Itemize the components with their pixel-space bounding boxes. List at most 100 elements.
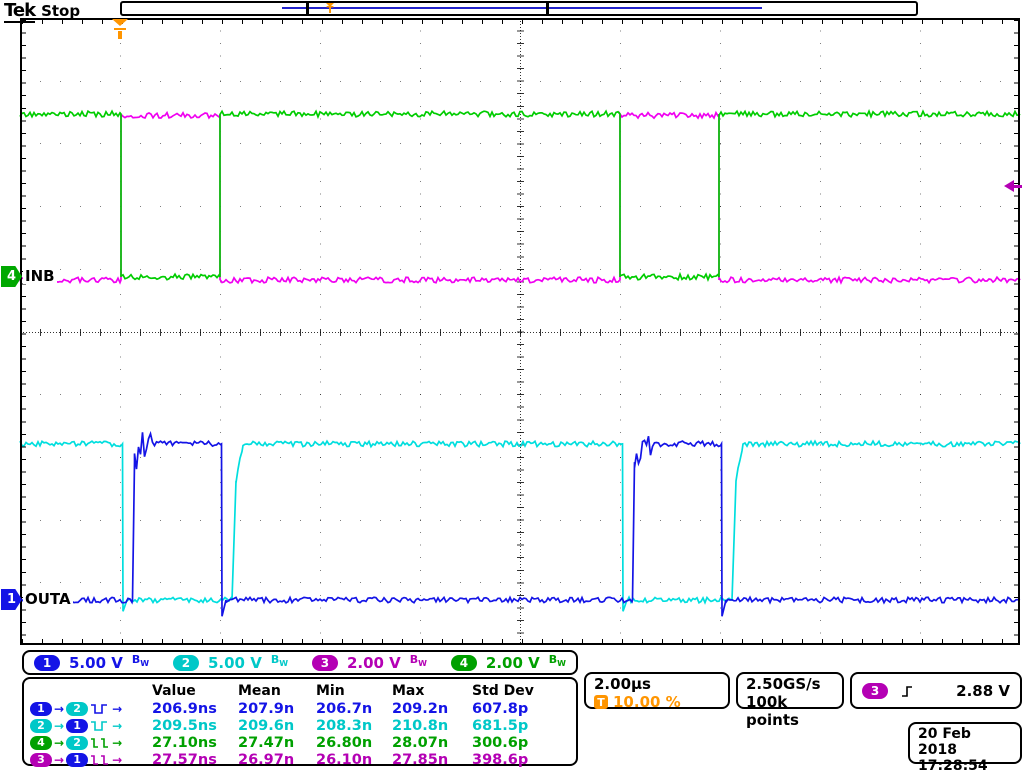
meas-stddev: 300.6p [472,735,572,751]
channel-badge: 4 [30,736,52,750]
date: 20 Feb 2018 [918,726,1012,758]
record-length: 100k points [746,693,834,729]
edge-pair-icon [90,702,110,716]
channel-3-readout[interactable]: 3 2.00 V BW [312,654,427,672]
timebase-readout[interactable]: 2.00µs T 10.00 % [584,672,730,709]
meas-min: 26.10n [316,752,392,768]
channel-badge: 3 [30,753,52,767]
edge-pair-icon [90,753,110,767]
arrow-icon: → [112,719,122,733]
window-right-bracket[interactable] [546,2,549,15]
measurement-row[interactable]: 4 → 2 → 27.10ns 27.47n 26.80n 28.07n 300… [30,734,572,751]
trace-label-inb: INB [23,268,57,284]
col-header-max: Max [392,683,472,699]
col-header-mean: Mean [238,683,316,699]
channel-2-scale: 5.00 V [208,654,262,672]
bandwidth-limit-icon: BW [132,655,149,669]
meas-min: 26.80n [316,735,392,751]
col-header-value: Value [152,683,238,699]
meas-mean: 207.9n [238,701,316,717]
channel-badge: 1 [30,702,52,716]
channel-3-scale: 2.00 V [347,654,401,672]
arrow-icon: → [54,753,64,767]
arrow-icon: → [112,736,122,750]
measurement-table: Value Mean Min Max Std Dev 1 → 2 → 206.9… [22,677,578,766]
scope-header: Tek Stop [4,0,80,21]
channel-readout-bar: 1 5.00 V BW 2 5.00 V BW 3 2.00 V BW 4 2.… [22,650,578,675]
meas-value: 27.10ns [152,735,238,751]
trigger-position-marker[interactable] [112,19,128,40]
channel-badge: 1 [66,719,88,733]
meas-stddev: 607.8p [472,701,572,717]
arrow-icon: → [112,702,122,716]
trigger-slope-icon [900,683,914,699]
bandwidth-limit-icon: BW [410,655,427,669]
time: 17:28:54 [918,758,1012,774]
channel-badge: 2 [66,736,88,750]
window-left-bracket[interactable] [306,2,309,15]
meas-max: 28.07n [392,735,472,751]
trace-outa [20,432,1020,616]
edge-pair-icon [90,719,110,733]
timebase-scale: 2.00µs [594,675,720,693]
trigger-level: 2.88 V [956,682,1010,700]
arrow-icon: → [54,736,64,750]
meas-value: 209.5ns [152,718,238,734]
meas-max: 27.85n [392,752,472,768]
channel-2-readout[interactable]: 2 5.00 V BW [173,654,288,672]
channel-1-readout[interactable]: 1 5.00 V BW [34,654,149,672]
meas-mean: 27.47n [238,735,316,751]
trace-outb [20,441,1020,611]
trigger-t-icon [113,27,127,40]
arrow-icon: → [54,702,64,716]
trigger-source-badge: 3 [862,683,888,699]
bandwidth-limit-icon: BW [271,655,288,669]
meas-min: 208.3n [316,718,392,734]
tek-logo: Tek [4,0,35,23]
record-waveform-preview [282,7,762,9]
measurement-header-row: Value Mean Min Max Std Dev [30,681,572,700]
measurement-row[interactable]: 2 → 1 → 209.5ns 209.6n 208.3n 210.8n 681… [30,717,572,734]
trigger-readout[interactable]: 3 2.88 V [850,672,1022,709]
measurement-row[interactable]: 1 → 2 → 206.9ns 207.9n 206.7n 209.2n 607… [30,700,572,717]
col-header-stddev: Std Dev [472,683,572,699]
meas-mean: 209.6n [238,718,316,734]
bar-trigger-marker-icon[interactable]: T [325,3,335,15]
trace-label-outa: OUTA [23,591,73,607]
col-header-min: Min [316,683,392,699]
channel-3-badge[interactable]: 3 [312,655,338,671]
channel-1-scale: 5.00 V [69,654,123,672]
meas-stddev: 398.6p [472,752,572,768]
trace-inb [20,111,1020,280]
trigger-t-icon: T [594,695,608,709]
edge-pair-icon [90,736,110,750]
bandwidth-limit-icon: BW [549,655,566,669]
channel-1-badge[interactable]: 1 [34,655,60,671]
arrow-icon: → [112,753,122,767]
channel-4-scale: 2.00 V [486,654,540,672]
sample-rate: 2.50GS/s [746,675,834,693]
channel-4-badge[interactable]: 4 [451,655,477,671]
meas-max: 210.8n [392,718,472,734]
channel-badge: 1 [66,753,88,767]
datetime-readout: 20 Feb 2018 17:28:54 [908,722,1022,764]
meas-max: 209.2n [392,701,472,717]
measurement-row[interactable]: 3 → 1 → 27.57ns 26.97n 26.10n 27.85n 398… [30,751,572,768]
trigger-level-arrow-icon[interactable] [1004,180,1022,193]
record-view-bar[interactable]: T [120,1,918,16]
meas-value: 27.57ns [152,752,238,768]
meas-mean: 26.97n [238,752,316,768]
channel-2-badge[interactable]: 2 [173,655,199,671]
triangle-icon [112,19,128,26]
trace-ina [20,113,1020,283]
channel-badge: 2 [66,702,88,716]
acquisition-readout[interactable]: 2.50GS/s 100k points [736,672,844,709]
meas-value: 206.9ns [152,701,238,717]
meas-stddev: 681.5p [472,718,572,734]
trigger-position-percent: 10.00 % [613,693,681,711]
meas-min: 206.7n [316,701,392,717]
arrow-icon: → [54,719,64,733]
channel-badge: 2 [30,719,52,733]
channel-4-readout[interactable]: 4 2.00 V BW [451,654,566,672]
acquisition-status: Stop [41,2,80,20]
